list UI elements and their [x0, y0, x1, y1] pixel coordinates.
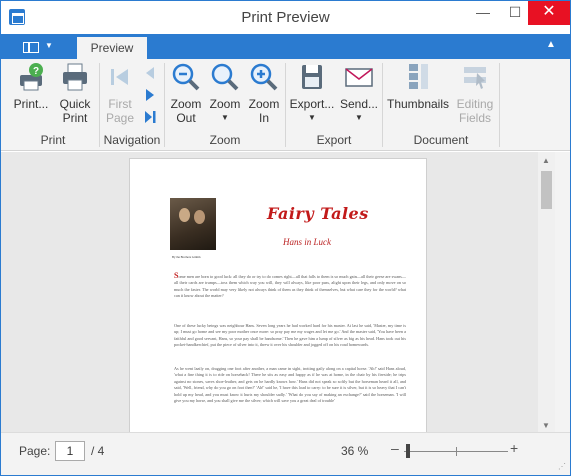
- page-number-input[interactable]: 1: [55, 441, 85, 461]
- zoom-group-label: Zoom: [209, 133, 241, 147]
- maximize-button[interactable]: ☐: [498, 1, 532, 25]
- chevron-down-icon: ▼: [221, 113, 229, 122]
- zoom-out-button[interactable]: Zoom Out: [168, 61, 204, 125]
- export-group: Export... ▼ Send... ▼ Export: [286, 59, 382, 151]
- zoom-in-label-1: Zoom: [248, 97, 280, 111]
- collapse-ribbon-icon[interactable]: ▲: [546, 39, 558, 51]
- title-bar: Print Preview — ☐ ✕: [1, 1, 570, 34]
- first-page-icon: [111, 69, 128, 85]
- envelope-icon: [345, 68, 373, 87]
- zoom-slider-thumb[interactable]: [405, 444, 410, 458]
- page-label: Page:: [19, 444, 51, 458]
- export-button[interactable]: Export... ▼: [289, 61, 335, 125]
- scrollbar-thumb[interactable]: [541, 171, 552, 209]
- page-subtitle: Hans in Luck: [283, 237, 331, 247]
- drop-cap: S: [174, 271, 179, 280]
- chevron-down-icon: ▼: [308, 113, 316, 122]
- zoom-button[interactable]: Zoom ▼: [207, 61, 243, 125]
- editing-fields-label-2: Fields: [458, 111, 491, 125]
- navigation-group-label: Navigation: [103, 133, 161, 147]
- zoom-label: Zoom: [209, 97, 241, 111]
- page-paragraph: One of these lucky beings was neighbour …: [174, 323, 406, 348]
- document-group: Thumbnails Editing Fields Document: [383, 59, 499, 151]
- zoom-slider-center-tick: [456, 447, 457, 456]
- application-menu-icon: [23, 42, 39, 53]
- ribbon-panel: ? Print... Quick Print Print First Page …: [1, 59, 570, 151]
- send-button[interactable]: Send... ▼: [338, 61, 380, 125]
- scroll-up-icon[interactable]: ▲: [542, 156, 550, 165]
- portrait-caption: By the Brothers Grimm: [172, 255, 201, 259]
- zoom-minus-icon[interactable]: –: [391, 440, 399, 456]
- next-page-icon[interactable]: [142, 87, 158, 103]
- navigation-group: First Page Navigation: [100, 59, 164, 151]
- first-page-label-1: First: [108, 97, 132, 111]
- thumbnails-button[interactable]: Thumbnails: [385, 61, 451, 111]
- close-button[interactable]: ✕: [528, 1, 570, 25]
- document-group-label: Document: [413, 133, 469, 147]
- print-group-label: Print: [40, 133, 66, 147]
- zoom-plus-icon[interactable]: +: [510, 440, 518, 456]
- quick-print-button[interactable]: Quick Print: [55, 61, 95, 125]
- document-preview-area[interactable]: By the Brothers Grimm Fairy Tales Hans i…: [1, 152, 570, 432]
- page-total: / 4: [91, 444, 105, 458]
- chevron-down-icon: ▼: [355, 113, 363, 122]
- print-label: Print...: [13, 97, 49, 111]
- zoom-in-label-2: In: [258, 111, 269, 125]
- zoom-icon: [211, 63, 239, 91]
- zoom-out-label-1: Zoom: [170, 97, 202, 111]
- application-menu-button[interactable]: ▼: [13, 37, 69, 59]
- export-label: Export...: [289, 97, 335, 111]
- zoom-in-icon: [250, 63, 278, 91]
- print-preview-window: Print Preview — ☐ ✕ ▼ Preview ▲ ? Print.…: [0, 0, 571, 476]
- thumbnails-icon: [409, 64, 428, 89]
- zoom-level: 36 %: [341, 444, 369, 458]
- quick-print-label-1: Quick: [59, 97, 91, 111]
- first-page-button[interactable]: First Page: [103, 61, 137, 125]
- editing-fields-icon: [464, 67, 486, 89]
- scroll-down-icon[interactable]: ▼: [542, 421, 550, 430]
- zoom-in-button[interactable]: Zoom In: [246, 61, 282, 125]
- grimm-portrait-image: [170, 198, 216, 250]
- page-paragraph: As he went lazily on, dragging one foot …: [174, 366, 406, 404]
- save-disk-icon: [302, 65, 322, 89]
- preview-page: By the Brothers Grimm Fairy Tales Hans i…: [129, 158, 427, 432]
- export-group-label: Export: [316, 133, 352, 147]
- resize-grip-icon[interactable]: ⋰: [558, 462, 566, 471]
- zoom-out-label-2: Out: [176, 111, 196, 125]
- send-label: Send...: [339, 97, 379, 111]
- page-title: Fairy Tales: [267, 204, 369, 223]
- print-group: ? Print... Quick Print Print: [7, 59, 99, 151]
- page-paragraph: Some men are born to good luck: all they…: [174, 271, 406, 299]
- vertical-scrollbar[interactable]: ▲ ▼: [538, 152, 555, 432]
- zoom-out-icon: [172, 63, 200, 91]
- previous-page-icon[interactable]: [142, 65, 158, 81]
- first-page-label-2: Page: [105, 111, 135, 125]
- tab-preview[interactable]: Preview: [77, 37, 147, 59]
- status-bar: Page: 1 / 4 36 % – + ⋰: [1, 432, 570, 475]
- printer-help-icon: ?: [20, 63, 43, 91]
- editing-fields-button[interactable]: Editing Fields: [453, 61, 497, 125]
- print-button[interactable]: ? Print...: [11, 61, 51, 111]
- minimize-button[interactable]: —: [466, 1, 500, 25]
- thumbnails-label: Thumbnails: [386, 97, 450, 111]
- group-divider: [499, 63, 500, 147]
- svg-text:?: ?: [33, 66, 39, 77]
- quick-print-label-2: Print: [62, 111, 88, 125]
- editing-fields-label-1: Editing: [456, 97, 494, 111]
- printer-icon: [63, 63, 87, 91]
- right-margin: [555, 152, 570, 432]
- zoom-group: Zoom Out Zoom ▼ Zoom In Zoom: [165, 59, 285, 151]
- ribbon-tab-strip: ▼ Preview ▲: [1, 34, 570, 59]
- chevron-down-icon: ▼: [45, 41, 53, 50]
- last-page-icon[interactable]: [142, 109, 158, 125]
